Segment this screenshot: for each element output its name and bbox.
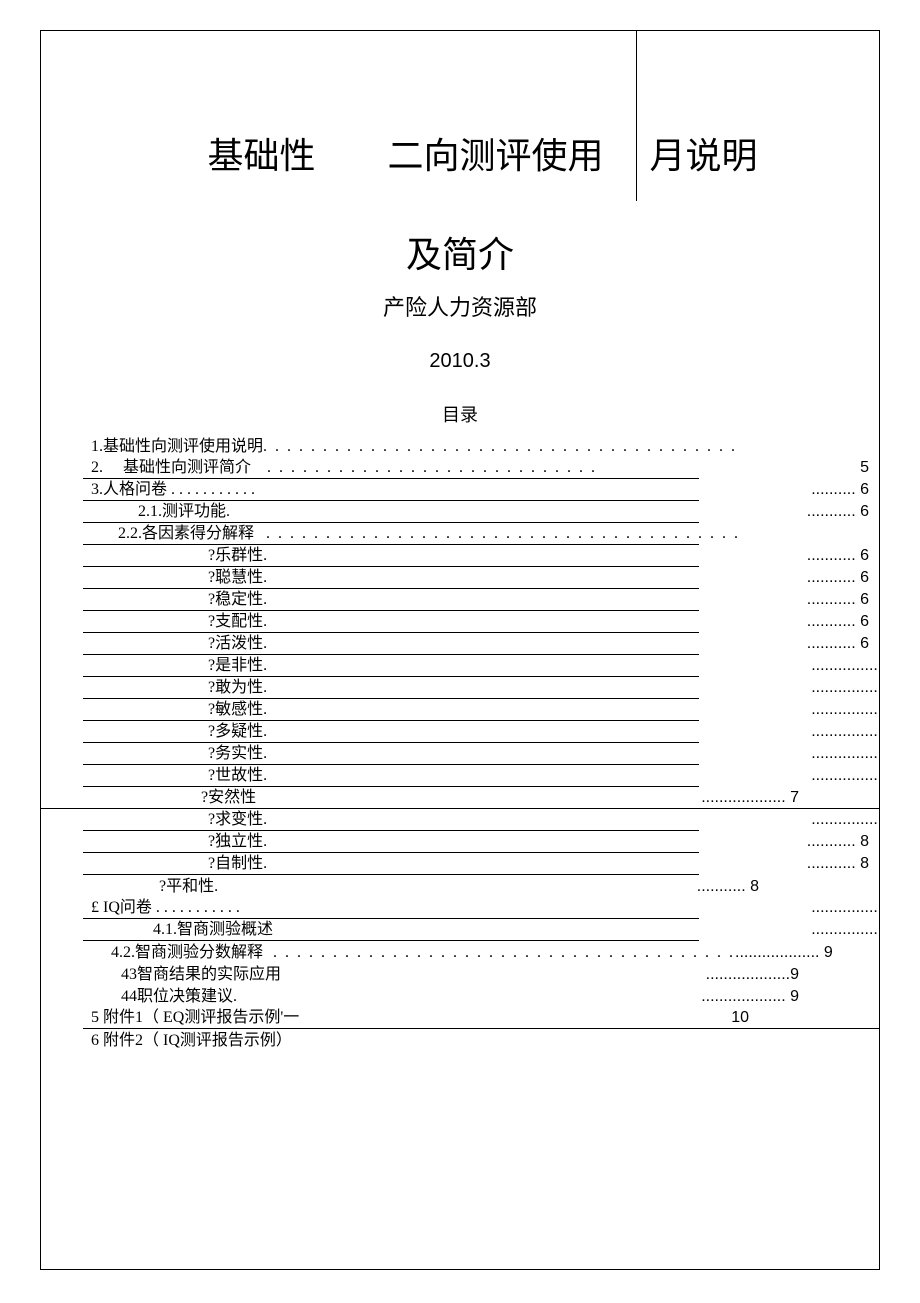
toc-row-14: ?多疑性. ................... 7 xyxy=(83,721,699,743)
toc-page: ................... 7 xyxy=(701,790,879,808)
toc-dots: . . . . . . . . . . . . . . . . . . . . … xyxy=(267,460,597,478)
toc-page: ................... 7 xyxy=(811,658,880,676)
toc-label: ?是非性. xyxy=(83,658,267,676)
toc-label: 6 附件2（ IQ测评报告示例） xyxy=(41,1033,292,1051)
toc-page: 5 xyxy=(860,460,869,478)
title-divider xyxy=(636,31,637,201)
toc-label: ?求变性. xyxy=(83,812,267,830)
toc-row-26: 44职位决策建议. ................... 9 xyxy=(41,985,879,1007)
toc-page: ........... 6 xyxy=(807,570,869,588)
toc-page: ................... 9 xyxy=(701,989,879,1007)
toc-row-4: 2.1.测评功能. ........... 6 xyxy=(83,501,699,523)
toc-row-10: ?活泼性. ........... 6 xyxy=(83,633,699,655)
toc-label: 5 附件1（ EQ测评报告示例'一 xyxy=(83,1010,299,1028)
toc-row-8: ?稳定性. ........... 6 xyxy=(83,589,699,611)
toc-row-16: ?世故性. ................... 7 xyxy=(83,765,699,787)
toc-row-6: ?乐群性. ........... 6 xyxy=(83,545,699,567)
toc-label: ?平和性. xyxy=(41,879,218,897)
toc-row-9: ?支配性. ........... 6 xyxy=(83,611,699,633)
document-frame: 基础性 二向测评使用 月说明 及简介 产险人力资源部 2010.3 目录 1.基… xyxy=(40,30,880,1270)
toc-page: ........... 6 xyxy=(807,548,869,566)
toc-label: ?活泼性. xyxy=(83,636,267,654)
toc-page: ................... 7 xyxy=(811,680,880,698)
toc-page: ................... 9 xyxy=(811,900,880,918)
title-seg-2: 二向测评使用 xyxy=(346,138,646,174)
toc-page: ........... 6 xyxy=(807,614,869,632)
toc-label: £ IQ问卷 . . . . . . . . . . . xyxy=(83,900,240,918)
toc-page: ................... 7 xyxy=(811,812,880,830)
toc-label: ?自制性. xyxy=(83,856,267,874)
toc-label: ?稳定性. xyxy=(83,592,267,610)
toc-page: 10 xyxy=(731,1010,879,1028)
toc-page: ................... 7 xyxy=(811,702,880,720)
toc-row-5: 2.2.各因素得分解释 . . . . . . . . . . . . . . … xyxy=(83,523,699,545)
toc-row-22: £ IQ问卷 . . . . . . . . . . . ...........… xyxy=(83,897,699,919)
toc-page: ................... 9 xyxy=(811,922,880,940)
toc-page: .......... 6 xyxy=(811,482,869,500)
toc-label: ?多疑性. xyxy=(83,724,267,742)
toc-row-20: ?自制性. ........... 8 xyxy=(83,853,699,875)
toc-row-17: ?安然性 ................... 7 xyxy=(41,787,879,809)
toc-page: ................... 9 xyxy=(735,945,880,963)
title-seg-1: 基础性 xyxy=(61,138,346,174)
toc-page: ........... 8 xyxy=(697,879,879,897)
toc-page: ................... 7 xyxy=(811,768,880,786)
toc-row-2: 2. 基础性向测评简介 . . . . . . . . . . . . . . … xyxy=(83,457,699,479)
toc-label: ?支配性. xyxy=(83,614,267,632)
toc-page: ........... 6 xyxy=(807,504,869,522)
toc-label: 1.基础性向测评使用说明 xyxy=(41,439,263,457)
toc-page: ................... 7 xyxy=(811,724,880,742)
toc-row-12: ?敢为性. ................... 7 xyxy=(83,677,699,699)
toc-label: ?世故性. xyxy=(83,768,267,786)
title-row: 基础性 二向测评使用 月说明 xyxy=(41,126,879,186)
toc-row-28: 6 附件2（ IQ测评报告示例） xyxy=(41,1029,879,1051)
toc-label: ?务实性. xyxy=(83,746,267,764)
toc-row-19: ?独立性. ........... 8 xyxy=(83,831,699,853)
toc-label: 3.人格问卷 . . . . . . . . . . . xyxy=(83,482,255,500)
toc-label: ?安然性 xyxy=(41,790,256,808)
toc-page: ................... 7 xyxy=(811,746,880,764)
page: 基础性 二向测评使用 月说明 及简介 产险人力资源部 2010.3 目录 1.基… xyxy=(0,0,920,1303)
toc-label: 2. 基础性向测评简介 xyxy=(83,460,251,478)
toc-row-25: 43智商结果的实际应用 ...................9 xyxy=(41,963,879,985)
toc-row-13: ?敏感性. ................... 7 xyxy=(83,699,699,721)
toc-row-1: 1.基础性向测评使用说明 . . . . . . . . . . . . . .… xyxy=(41,435,879,457)
toc-row-11: ?是非性. ................... 7 xyxy=(83,655,699,677)
toc-page: ........... 8 xyxy=(807,856,869,874)
toc-label: ?敏感性. xyxy=(83,702,267,720)
toc-row-3: 3.人格问卷 . . . . . . . . . . . .......... … xyxy=(83,479,699,501)
toc-page: ........... 6 xyxy=(807,636,869,654)
department: 产险人力资源部 xyxy=(41,290,879,322)
toc-row-27: 5 附件1（ EQ测评报告示例'一 10 xyxy=(83,1007,879,1029)
subtitle: 及简介 xyxy=(41,226,879,278)
toc-label: ?聪慧性. xyxy=(83,570,267,588)
toc-row-18: ?求变性. ................... 7 xyxy=(83,809,699,831)
title-seg-3: 月说明 xyxy=(646,138,860,174)
toc-label: ?乐群性. xyxy=(83,548,267,566)
toc-row-24: 4.2.智商测验分数解释 . . . . . . . . . . . . . .… xyxy=(41,941,879,963)
toc-label: 2.1.测评功能. xyxy=(83,504,230,522)
toc-label: ?独立性. xyxy=(83,834,267,852)
toc-row-15: ?务实性. ................... 7 xyxy=(83,743,699,765)
toc-page: ........... 8 xyxy=(807,834,869,852)
toc-label: 43智商结果的实际应用 xyxy=(41,967,281,985)
toc-dots: . . . . . . . . . . . . . . . . . . . . … xyxy=(273,945,735,963)
toc-page: ........... 6 xyxy=(807,592,869,610)
toc: 1.基础性向测评使用说明 . . . . . . . . . . . . . .… xyxy=(41,435,879,1051)
toc-page: ...................9 xyxy=(706,967,879,985)
toc-row-21: ?平和性. ........... 8 xyxy=(41,875,879,897)
toc-label: 4.2.智商测验分数解释 xyxy=(41,945,263,963)
date: 2010.3 xyxy=(41,350,879,373)
toc-label: ?敢为性. xyxy=(83,680,267,698)
toc-label: 44职位决策建议. xyxy=(41,989,237,1007)
toc-row-23: 4.1.智商测验概述 ................... 9 xyxy=(83,919,699,941)
toc-dots: . . . . . . . . . . . . . . . . . . . . … xyxy=(266,526,740,544)
toc-row-7: ?聪慧性. ........... 6 xyxy=(83,567,699,589)
toc-label: 4.1.智商测验概述 xyxy=(83,922,273,940)
toc-label: 2.2.各因素得分解释 xyxy=(83,526,254,544)
toc-heading: 目录 xyxy=(41,401,879,427)
toc-dots: . . . . . . . . . . . . . . . . . . . . … xyxy=(263,439,737,457)
